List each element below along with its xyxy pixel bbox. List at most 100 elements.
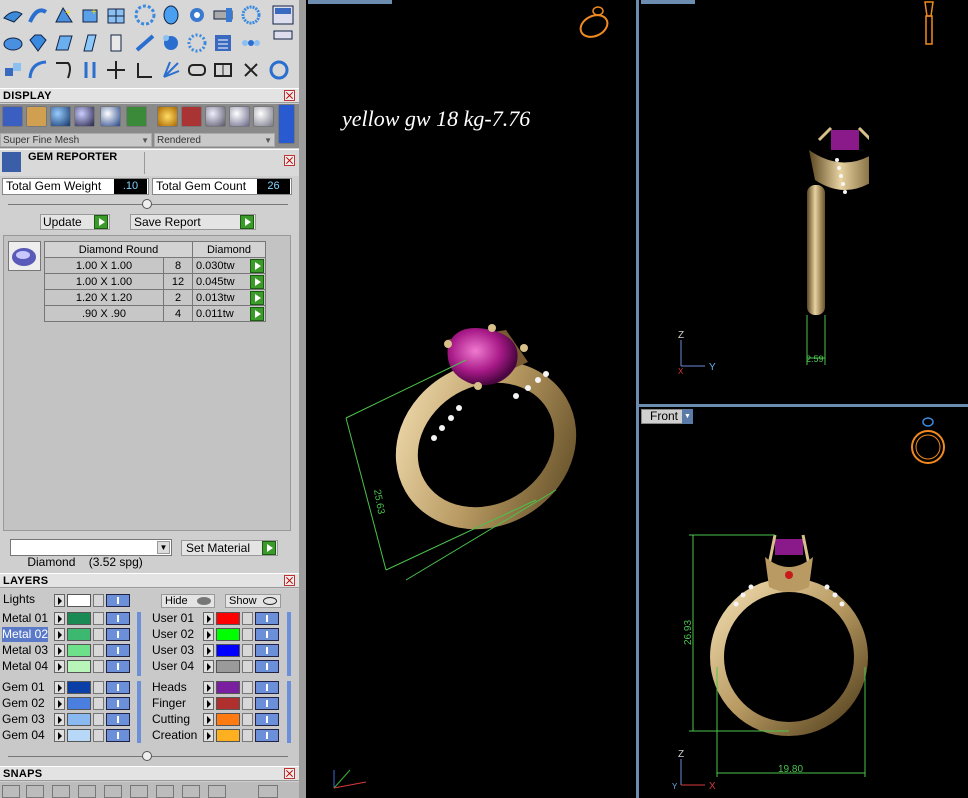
color-swatch[interactable]	[67, 660, 91, 673]
layer-label[interactable]: Gem 04	[2, 728, 45, 743]
lock-icon[interactable]	[93, 594, 104, 607]
visibility-icon[interactable]	[106, 644, 130, 657]
layer-scroll[interactable]	[137, 612, 141, 676]
perspective-viewport[interactable]: yellow gw 18 kg-7.76 25.63	[306, 0, 636, 798]
expand-icon[interactable]	[203, 681, 214, 694]
split-icon[interactable]	[212, 59, 234, 81]
layer-label[interactable]: Gem 02	[2, 696, 45, 711]
surface-tool-icon[interactable]	[2, 4, 24, 26]
color-swatch[interactable]	[216, 660, 240, 673]
layer-label[interactable]: Metal 04	[2, 659, 48, 674]
lock-icon[interactable]	[242, 660, 253, 673]
color-swatch[interactable]	[216, 681, 240, 694]
layer-label[interactable]: User 04	[152, 659, 194, 674]
close-icon[interactable]	[284, 575, 295, 586]
layer-label[interactable]: Cutting	[152, 712, 190, 727]
wireframe-icon[interactable]	[2, 106, 23, 127]
lights-controls[interactable]	[54, 594, 134, 607]
visibility-icon[interactable]	[255, 713, 279, 726]
bend-tool-icon[interactable]	[27, 4, 49, 26]
perspective-ring-icon[interactable]	[574, 2, 616, 44]
lock-icon[interactable]	[242, 628, 253, 641]
flower-icon[interactable]	[240, 32, 262, 54]
visibility-icon[interactable]	[106, 697, 130, 710]
color-swatch[interactable]	[216, 644, 240, 657]
table-row[interactable]: 1.00 X 1.00 8 0.030tw	[44, 257, 266, 274]
twist-icon[interactable]	[134, 32, 156, 54]
scale-icon[interactable]	[134, 59, 156, 81]
display-scroll-icon[interactable]	[278, 104, 295, 144]
snap-center-icon[interactable]	[52, 785, 70, 798]
layer-controls[interactable]	[54, 612, 134, 625]
expand-icon[interactable]	[203, 644, 214, 657]
layer-controls[interactable]	[203, 660, 283, 673]
expand-icon[interactable]	[203, 628, 214, 641]
visibility-icon[interactable]	[106, 681, 130, 694]
lock-icon[interactable]	[93, 660, 104, 673]
cluster-icon[interactable]	[160, 32, 182, 54]
table-row[interactable]: .90 X .90 4 0.011tw	[44, 305, 266, 322]
color-swatch[interactable]	[67, 644, 91, 657]
layer-label[interactable]: Gem 01	[2, 680, 45, 695]
color-swatch[interactable]	[216, 628, 240, 641]
material-select[interactable]: Diamond (3.52 spg) ▼	[10, 539, 172, 569]
visibility-icon[interactable]	[106, 713, 130, 726]
side-viewport[interactable]: 2.59 Z Y X	[639, 0, 968, 404]
row-select-icon[interactable]	[250, 259, 264, 273]
ring-model-perspective[interactable]: 25.63	[306, 300, 636, 600]
add-shape-icon[interactable]: +	[79, 4, 101, 26]
snap-mid-icon[interactable]	[208, 785, 226, 798]
layer-controls[interactable]	[203, 697, 283, 710]
expand-icon[interactable]	[203, 729, 214, 742]
lock-icon[interactable]	[242, 729, 253, 742]
gear-ring-icon[interactable]	[240, 4, 262, 26]
close-icon[interactable]	[284, 90, 295, 101]
snap-line-icon[interactable]	[26, 785, 44, 798]
layer-controls[interactable]	[203, 681, 283, 694]
arc-icon[interactable]	[27, 59, 49, 81]
visibility-icon[interactable]	[106, 628, 130, 641]
expand-icon[interactable]	[54, 713, 65, 726]
layer-controls[interactable]	[203, 644, 283, 657]
panel-small-icon[interactable]	[272, 28, 294, 50]
lock-icon[interactable]	[93, 681, 104, 694]
snap-settings-icon[interactable]	[258, 785, 278, 798]
visibility-icon[interactable]	[255, 660, 279, 673]
layer-controls[interactable]	[54, 628, 134, 641]
gold-render-icon[interactable]	[157, 106, 178, 127]
layer-controls[interactable]	[203, 713, 283, 726]
row-select-icon[interactable]	[250, 291, 264, 305]
layer-label[interactable]: Metal 02	[2, 627, 49, 642]
slab-icon[interactable]	[79, 32, 101, 54]
column-icon[interactable]	[105, 32, 127, 54]
visibility-icon[interactable]	[255, 681, 279, 694]
gem-drop-icon[interactable]	[160, 4, 182, 26]
lock-icon[interactable]	[93, 697, 104, 710]
silver-sphere-icon[interactable]	[205, 106, 226, 127]
color-swatch[interactable]	[67, 612, 91, 625]
lock-icon[interactable]	[93, 713, 104, 726]
close-icon[interactable]	[284, 155, 295, 166]
table-row[interactable]: 1.00 X 1.00 12 0.045tw	[44, 273, 266, 290]
side-ring-icon[interactable]	[917, 0, 941, 48]
layer-controls[interactable]	[54, 660, 134, 673]
environment-icon[interactable]	[100, 106, 121, 127]
spray-icon[interactable]	[160, 59, 182, 81]
expand-icon[interactable]	[54, 697, 65, 710]
halo-icon[interactable]	[186, 32, 208, 54]
lock-icon[interactable]	[93, 729, 104, 742]
mirror-icon[interactable]	[79, 59, 101, 81]
expand-icon[interactable]	[203, 612, 214, 625]
snap-grid-icon[interactable]	[2, 785, 20, 798]
ring-model-side[interactable]: 2.59	[779, 120, 869, 370]
lock-icon[interactable]	[93, 612, 104, 625]
color-swatch[interactable]	[216, 697, 240, 710]
layer-label[interactable]: User 03	[152, 643, 194, 658]
lock-icon[interactable]	[93, 628, 104, 641]
color-swatch[interactable]	[67, 729, 91, 742]
layer-label[interactable]: Creation	[152, 728, 197, 743]
color-swatch[interactable]	[67, 697, 91, 710]
ellipse-tool-icon[interactable]	[2, 32, 24, 54]
tube-tool-icon[interactable]	[212, 4, 234, 26]
shaded-sphere-icon[interactable]	[50, 106, 71, 127]
